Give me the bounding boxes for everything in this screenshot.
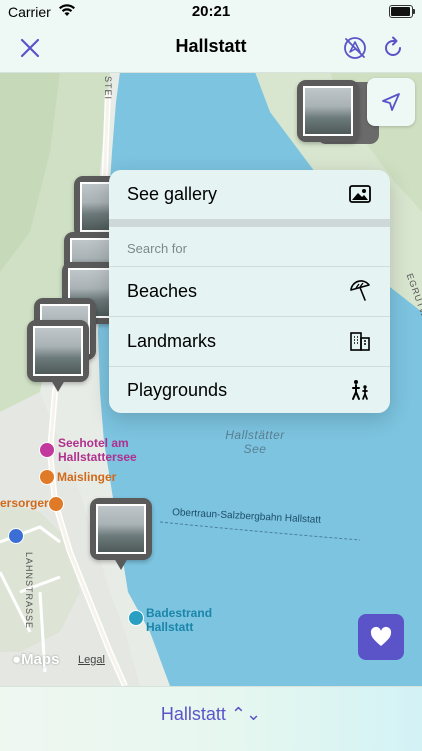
pin-tail [114,558,128,570]
building-icon [350,332,370,351]
menu-section-header: Search for [127,241,187,256]
locate-button[interactable] [367,78,415,126]
shop-poi-icon[interactable] [48,496,64,512]
hotel-poi-icon[interactable] [39,442,55,458]
location-picker-button[interactable]: Hallstatt ⌃⌄ [0,704,422,725]
menu-section-gap [109,219,390,227]
location-off-icon[interactable] [342,35,368,61]
photo-pin[interactable] [27,320,89,392]
menu-item-label: Landmarks [127,331,217,351]
refresh-icon[interactable] [380,35,406,61]
favorite-button[interactable] [358,614,404,660]
menu-item-label: Playgrounds [127,380,228,400]
poi-versorger[interactable]: ersorger [0,496,49,510]
poi-seehotel[interactable]: Seehotel am Hallstattersee [58,436,137,464]
photo-thumbnail [33,326,83,376]
menu-item-label: Beaches [127,281,198,301]
maps-attribution: ●Maps [12,651,59,668]
photo-thumbnail [96,504,146,554]
road-label-lahnstrasse: LAHNSTRASSE [24,552,34,630]
playground-icon [352,380,368,400]
road-label-stei: STEI [103,76,113,101]
apple-logo-icon: ● [12,651,22,668]
photo-pin[interactable] [297,80,359,142]
heart-icon [370,626,392,646]
context-menu: See gallery Search for Beaches Landmarks… [109,170,390,413]
pin-tail [51,380,65,392]
photo-icon [349,185,371,203]
nav-bar: Hallstatt [0,24,422,73]
bottom-bar: Hallstatt ⌃⌄ [0,686,422,751]
status-bar: Carrier 20:21 [0,0,422,24]
poi-maislinger[interactable]: Maislinger [57,470,116,484]
restaurant-poi-icon[interactable] [39,469,55,485]
legal-link[interactable]: Legal [78,654,105,666]
menu-item-see-gallery[interactable]: See gallery [109,170,390,219]
beach-poi-icon[interactable] [128,610,144,626]
clock: 20:21 [191,3,231,20]
battery-icon [389,5,415,18]
poi-badestrand[interactable]: Badestrand Hallstatt [146,606,212,634]
menu-item-landmarks[interactable]: Landmarks [109,317,390,366]
maps-text: Maps [21,651,60,668]
beach-umbrella-icon [350,280,370,301]
menu-item-beaches[interactable]: Beaches [109,267,390,316]
photo-thumbnail [303,86,353,136]
menu-item-label: See gallery [127,184,218,204]
menu-item-playgrounds[interactable]: Playgrounds [109,366,390,413]
photo-pin[interactable] [90,498,152,570]
info-poi-icon[interactable] [8,528,24,544]
lake-label: Hallstätter See [225,428,285,456]
location-arrow-icon [382,93,400,111]
